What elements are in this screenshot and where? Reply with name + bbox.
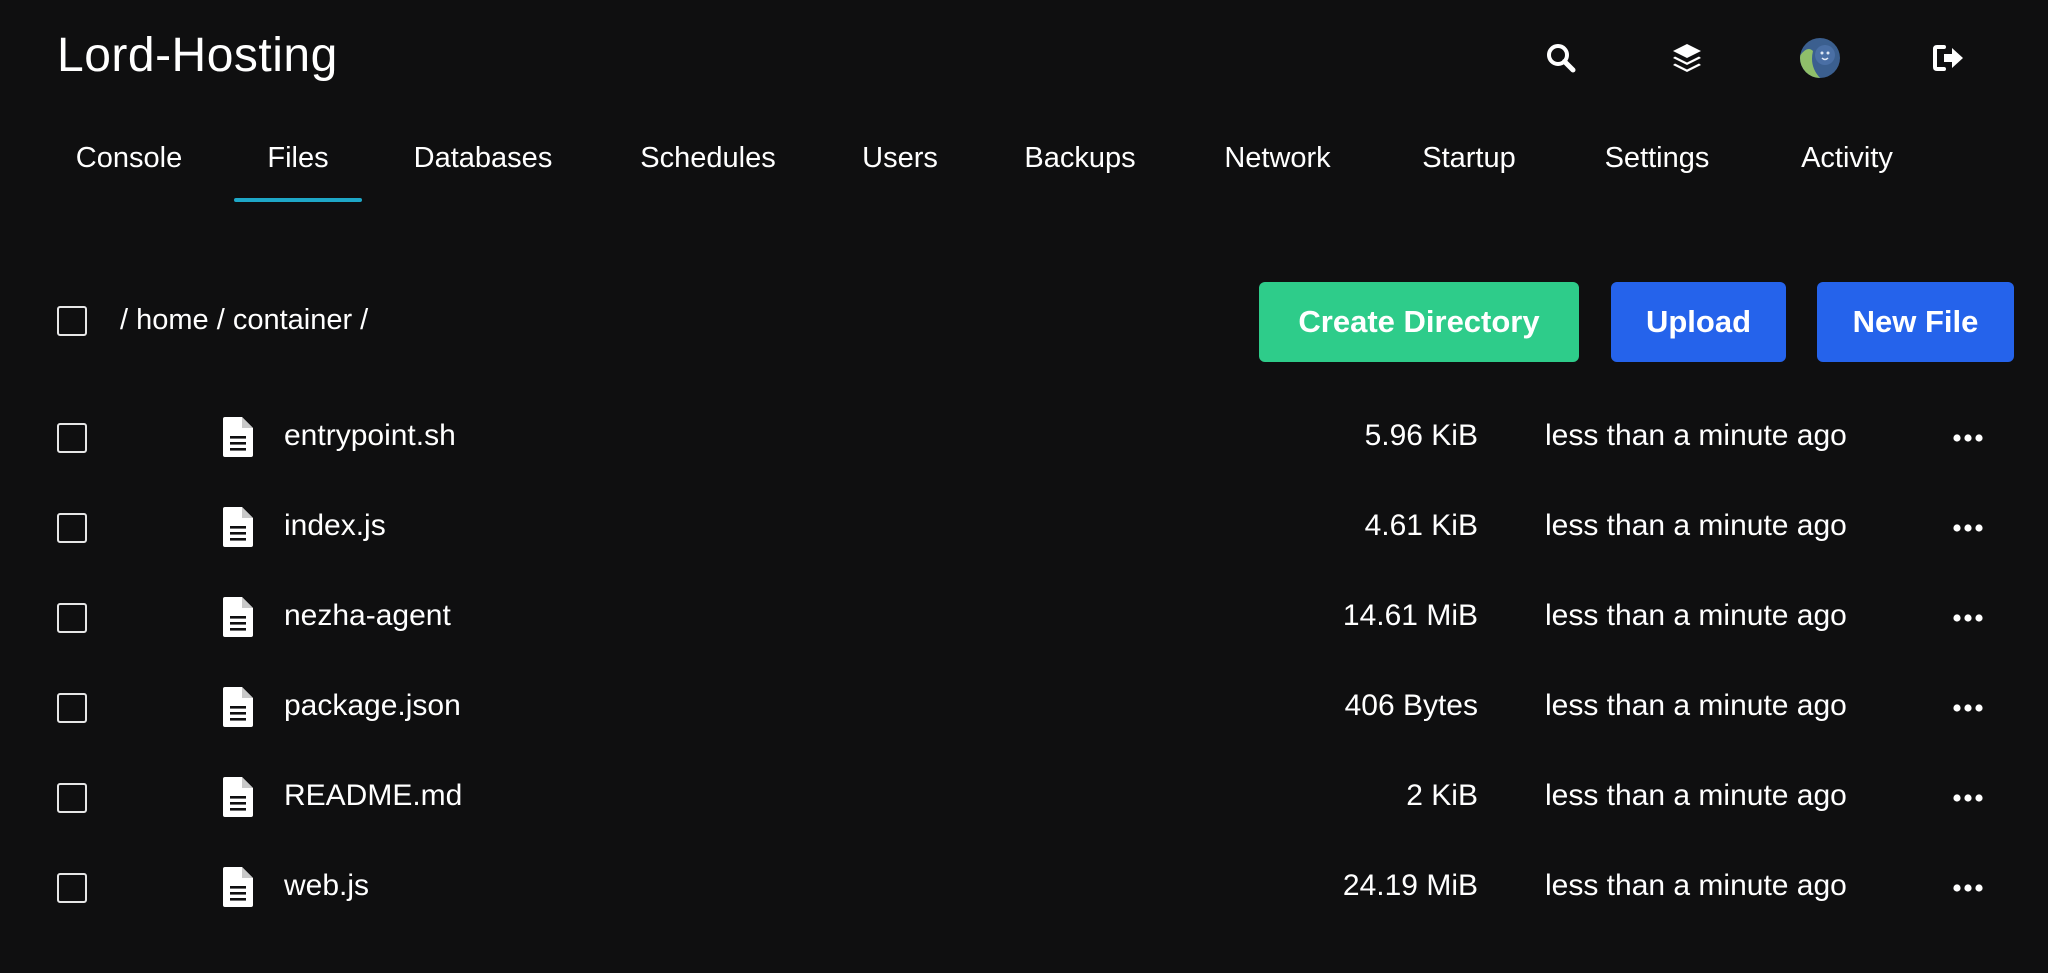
file-checkbox[interactable] <box>57 783 87 813</box>
breadcrumb[interactable]: / home / container / <box>120 304 368 337</box>
tab-schedules[interactable]: Schedules <box>616 128 800 202</box>
file-row[interactable]: web.js 24.19 MiB less than a minute ago <box>0 843 2048 933</box>
file-name[interactable]: web.js <box>284 869 369 903</box>
logout-icon[interactable] <box>1925 34 1973 82</box>
search-icon[interactable] <box>1537 34 1585 82</box>
more-options-icon[interactable] <box>1950 423 1986 453</box>
file-icon <box>223 687 253 727</box>
file-size: 2 KiB <box>1406 779 1478 812</box>
file-modified: less than a minute ago <box>1545 779 1847 812</box>
file-name[interactable]: nezha-agent <box>284 599 451 633</box>
tab-console[interactable]: Console <box>57 128 201 202</box>
file-row[interactable]: nezha-agent 14.61 MiB less than a minute… <box>0 573 2048 663</box>
tab-files[interactable]: Files <box>234 128 362 202</box>
file-row[interactable]: package.json 406 Bytes less than a minut… <box>0 663 2048 753</box>
file-modified: less than a minute ago <box>1545 599 1847 632</box>
file-row[interactable]: README.md 2 KiB less than a minute ago <box>0 753 2048 843</box>
file-modified: less than a minute ago <box>1545 419 1847 452</box>
file-checkbox[interactable] <box>57 423 87 453</box>
file-row[interactable]: entrypoint.sh 5.96 KiB less than a minut… <box>0 393 2048 483</box>
new-file-button[interactable]: New File <box>1817 282 2014 362</box>
more-options-icon[interactable] <box>1950 513 1986 543</box>
layers-icon[interactable] <box>1663 34 1711 82</box>
file-name[interactable]: entrypoint.sh <box>284 419 456 453</box>
file-icon <box>223 417 253 457</box>
tab-activity[interactable]: Activity <box>1773 128 1921 202</box>
file-size: 406 Bytes <box>1344 689 1478 722</box>
header-actions <box>0 34 2048 82</box>
tab-backups[interactable]: Backups <box>1002 128 1158 202</box>
tab-network[interactable]: Network <box>1200 128 1355 202</box>
file-name[interactable]: index.js <box>284 509 386 543</box>
tab-users[interactable]: Users <box>840 128 960 202</box>
upload-button[interactable]: Upload <box>1611 282 1786 362</box>
tab-startup[interactable]: Startup <box>1397 128 1541 202</box>
file-row[interactable]: index.js 4.61 KiB less than a minute ago <box>0 483 2048 573</box>
avatar[interactable] <box>1796 34 1844 82</box>
tab-settings[interactable]: Settings <box>1584 128 1730 202</box>
file-size: 14.61 MiB <box>1342 599 1478 632</box>
file-checkbox[interactable] <box>57 873 87 903</box>
file-checkbox[interactable] <box>57 603 87 633</box>
file-size: 4.61 KiB <box>1364 509 1478 542</box>
more-options-icon[interactable] <box>1950 783 1986 813</box>
server-nav-tabs: Console Files Databases Schedules Users … <box>0 128 2048 202</box>
file-icon <box>223 867 253 907</box>
file-icon <box>223 597 253 637</box>
file-checkbox[interactable] <box>57 513 87 543</box>
file-manager-page: Lord-Hosting Console Files Databases Sch… <box>0 0 2048 973</box>
more-options-icon[interactable] <box>1950 873 1986 903</box>
tab-databases[interactable]: Databases <box>395 128 571 202</box>
file-size: 5.96 KiB <box>1364 419 1478 452</box>
file-icon <box>223 777 253 817</box>
file-icon <box>223 507 253 547</box>
file-modified: less than a minute ago <box>1545 509 1847 542</box>
file-name[interactable]: README.md <box>284 779 462 813</box>
create-directory-button[interactable]: Create Directory <box>1259 282 1579 362</box>
more-options-icon[interactable] <box>1950 693 1986 723</box>
file-modified: less than a minute ago <box>1545 689 1847 722</box>
more-options-icon[interactable] <box>1950 603 1986 633</box>
file-name[interactable]: package.json <box>284 689 461 723</box>
file-size: 24.19 MiB <box>1342 869 1478 902</box>
select-all-checkbox[interactable] <box>57 306 87 336</box>
file-list: entrypoint.sh 5.96 KiB less than a minut… <box>0 393 2048 933</box>
file-modified: less than a minute ago <box>1545 869 1847 902</box>
file-toolbar: / home / container / Create Directory Up… <box>0 282 2048 362</box>
file-checkbox[interactable] <box>57 693 87 723</box>
